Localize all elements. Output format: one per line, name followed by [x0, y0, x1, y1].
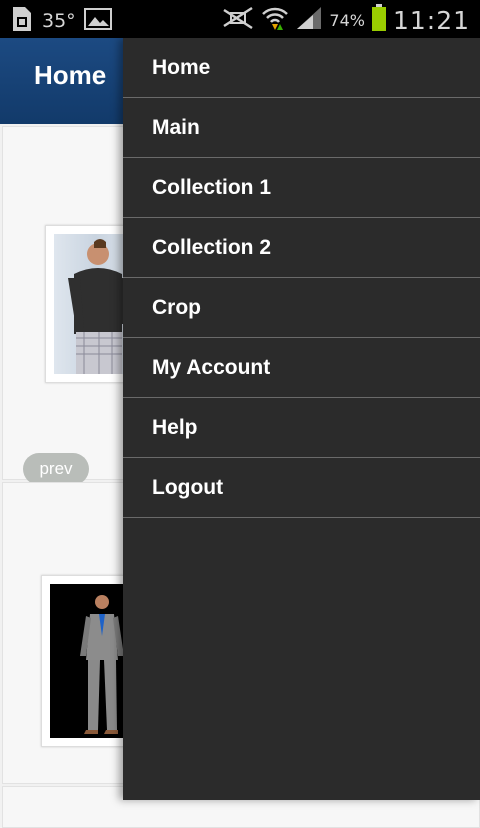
- menu-item-help[interactable]: Help: [123, 398, 480, 458]
- status-bar: 35° 74% 11:21: [0, 0, 480, 38]
- prev-button[interactable]: prev: [23, 453, 89, 485]
- menu-item-main[interactable]: Main: [123, 98, 480, 158]
- menu-item-label: Main: [152, 115, 200, 139]
- battery-percent-text: 74%: [329, 10, 365, 30]
- menu-item-label: Home: [152, 55, 211, 79]
- temperature-text: 35°: [42, 10, 76, 32]
- clock-text: 11:21: [392, 5, 470, 35]
- menu-item-label: Collection 1: [152, 175, 272, 199]
- menu-item-crop[interactable]: Crop: [123, 278, 480, 338]
- menu-item-logout[interactable]: Logout: [123, 458, 480, 518]
- menu-item-home[interactable]: Home: [123, 38, 480, 98]
- menu-item-label: My Account: [152, 355, 271, 379]
- menu-item-collection-1[interactable]: Collection 1: [123, 158, 480, 218]
- status-left: 35°: [10, 6, 112, 36]
- menu-item-collection-2[interactable]: Collection 2: [123, 218, 480, 278]
- menu-item-label: Crop: [152, 295, 201, 319]
- silent-icon: [221, 5, 255, 35]
- menu-item-label: Logout: [152, 475, 224, 499]
- image-icon: [83, 7, 112, 35]
- navigation-drawer: Home Main Collection 1 Collection 2 Crop…: [123, 38, 480, 800]
- app-bar-title[interactable]: Home: [34, 60, 106, 91]
- sim-card-icon: [10, 6, 34, 36]
- wifi-icon: [261, 4, 289, 36]
- menu-item-my-account[interactable]: My Account: [123, 338, 480, 398]
- signal-icon: [295, 5, 323, 35]
- battery-icon: [371, 4, 387, 36]
- status-right: 74% 11:21: [221, 4, 470, 36]
- menu-item-label: Collection 2: [152, 235, 272, 259]
- menu-item-label: Help: [152, 415, 198, 439]
